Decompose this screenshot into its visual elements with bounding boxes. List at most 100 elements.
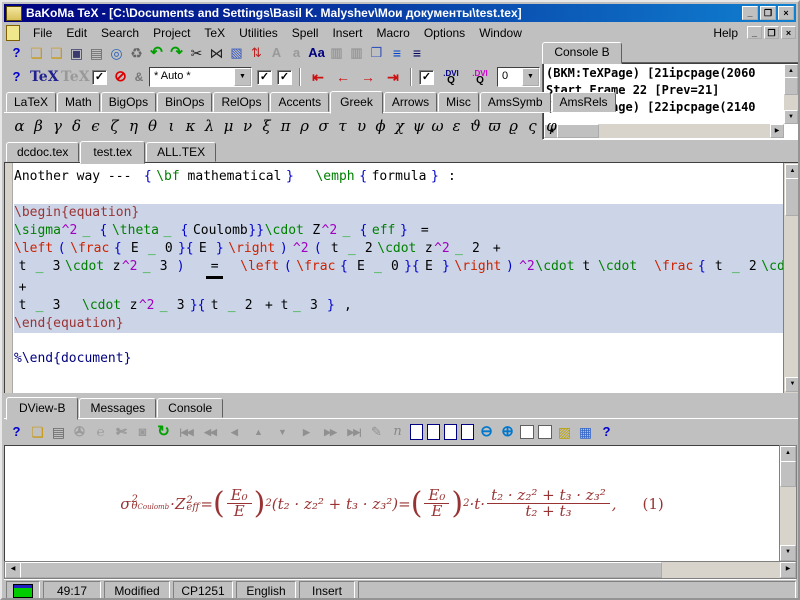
dvi-search-icon[interactable]: .DVI Q [468, 70, 492, 84]
page-frame-icon[interactable] [427, 424, 440, 440]
dvi-preview[interactable]: σ2θCoulomb · Z2eff = ( E₀E )2 (t₂ · z₂² … [4, 445, 779, 562]
format-checkbox[interactable]: ✓ [92, 70, 107, 85]
open-dvi-icon[interactable]: ❏ [29, 423, 46, 441]
format-select[interactable]: * Auto * ▼ [149, 67, 252, 87]
tab-dcdoc[interactable]: dcdoc.tex [6, 142, 79, 162]
symbol-kappa[interactable]: κ [181, 117, 200, 135]
tab-console-b[interactable]: Console B [542, 42, 622, 64]
scroll-up-icon[interactable]: ▲ [785, 164, 800, 179]
scroll-up-icon[interactable]: ▲ [780, 446, 796, 462]
page-layout-icon[interactable] [410, 424, 423, 440]
tab-dview[interactable]: DView-B [6, 397, 78, 420]
scroll-left-icon[interactable]: ◀ [5, 562, 21, 578]
tab-latex[interactable]: LaTeX [6, 92, 56, 112]
tab-amsrels[interactable]: AmsRels [552, 92, 616, 112]
editor-vscrollbar[interactable]: ▲ ▼ [783, 163, 799, 393]
context-help-icon[interactable]: ? [598, 423, 615, 441]
copy-block-icon[interactable]: ▥ [328, 44, 345, 62]
page-margin-icon[interactable] [461, 424, 474, 440]
symbol-varrho[interactable]: ϱ [504, 117, 523, 135]
help-icon[interactable]: ? [8, 423, 25, 441]
scroll-thumb[interactable] [784, 77, 798, 95]
zoom-in-icon[interactable]: ⊕ [499, 423, 516, 441]
justify-all-icon[interactable]: ≡ [408, 44, 425, 62]
menu-options[interactable]: Options [417, 24, 472, 42]
open-file-icon[interactable]: ❏ [28, 44, 45, 62]
scroll-down-icon[interactable]: ▼ [784, 110, 798, 124]
menu-help[interactable]: Help [706, 24, 745, 42]
option2-checkbox[interactable] [538, 425, 552, 439]
symbol-epsilon[interactable]: ϵ [86, 117, 105, 135]
next-page-icon[interactable]: ▶ [296, 423, 316, 441]
insert-file-icon[interactable]: ❒ [368, 44, 385, 62]
document-icon[interactable] [6, 25, 20, 41]
console-hscrollbar[interactable]: ◀ ▶ [544, 124, 784, 138]
menu-search[interactable]: Search [94, 24, 146, 42]
help-icon[interactable]: ? [8, 44, 25, 62]
menu-tex[interactable]: TeX [197, 24, 232, 42]
chevron-down-icon[interactable]: ▼ [234, 68, 251, 86]
cut-icon[interactable]: ✂ [188, 44, 205, 62]
symbol-varphi[interactable]: φ [542, 117, 561, 135]
menu-window[interactable]: Window [472, 24, 529, 42]
symbol-nu[interactable]: ν [238, 117, 257, 135]
undo-icon[interactable]: ↶ [148, 44, 165, 62]
symbol-psi[interactable]: ψ [409, 117, 428, 135]
print-icon[interactable]: ▤ [50, 423, 67, 441]
menu-utilities[interactable]: Utilities [232, 24, 285, 42]
scroll-down-icon[interactable]: ▼ [780, 545, 796, 561]
child-restore-button[interactable]: ❐ [764, 26, 779, 39]
tex-compile-icon[interactable]: TeX [30, 69, 56, 85]
tab-greek[interactable]: Greek [330, 91, 383, 114]
option1-checkbox[interactable] [520, 425, 534, 439]
document-properties-icon[interactable]: ▨ [556, 423, 573, 441]
tab-messages[interactable]: Messages [79, 398, 156, 418]
next-error-icon[interactable]: → [358, 68, 378, 86]
display-settings-icon[interactable]: ▦ [577, 423, 594, 441]
capitalize-icon[interactable]: Aa [308, 44, 325, 62]
symbol-delta[interactable]: δ [67, 117, 86, 135]
symbol-omega[interactable]: ω [428, 117, 447, 135]
symbol-beta[interactable]: β [29, 117, 48, 135]
menu-file[interactable]: File [26, 24, 59, 42]
scroll-thumb[interactable] [785, 178, 800, 216]
restore-button[interactable]: ❐ [760, 6, 776, 20]
menu-spell[interactable]: Spell [285, 24, 326, 42]
fast-forward-icon[interactable]: ▶▶ [320, 423, 340, 441]
export-icon[interactable]: ℮ [92, 423, 109, 441]
tab-misc[interactable]: Misc [438, 92, 479, 112]
symbol-upsilon[interactable]: υ [352, 117, 371, 135]
scroll-thumb[interactable] [20, 562, 662, 578]
first-page-icon[interactable]: |◀◀ [176, 423, 196, 441]
redo-icon[interactable]: ↷ [168, 44, 185, 62]
snapshot-icon[interactable]: ◙ [134, 423, 151, 441]
symbol-tau[interactable]: τ [333, 117, 352, 135]
tab-test[interactable]: test.tex [80, 141, 145, 164]
symbol-eta[interactable]: η [124, 117, 143, 135]
scroll-up-icon[interactable]: ▲ [784, 64, 798, 78]
symbol-iota[interactable]: ι [162, 117, 181, 135]
symbol-theta[interactable]: θ [143, 117, 162, 135]
edit-source-icon[interactable]: ✎ [368, 423, 385, 441]
tab-bigops[interactable]: BigOps [101, 92, 156, 112]
console-vscrollbar[interactable]: ▲ ▼ [784, 64, 798, 124]
scroll-up-icon[interactable]: ▲ [248, 423, 268, 441]
refresh-icon[interactable]: ↻ [155, 423, 172, 441]
symbol-mu[interactable]: μ [219, 117, 238, 135]
zoom-out-icon[interactable]: ⊖ [478, 423, 495, 441]
copy-file-icon[interactable]: ❑ [48, 44, 65, 62]
scroll-down-icon[interactable]: ▼ [785, 377, 800, 392]
menu-edit[interactable]: Edit [59, 24, 94, 42]
menu-insert[interactable]: Insert [325, 24, 369, 42]
page-select[interactable]: 0 ▼ [497, 67, 540, 87]
symbol-varepsilon[interactable]: ε [447, 117, 466, 135]
prev-error-icon[interactable]: ← [333, 68, 353, 86]
symbol-rho[interactable]: ρ [295, 117, 314, 135]
last-page-icon[interactable]: ▶▶| [344, 423, 364, 441]
fast-back-icon[interactable]: ◀◀ [200, 423, 220, 441]
scroll-down-icon[interactable]: ▼ [272, 423, 292, 441]
symbol-zeta[interactable]: ζ [105, 117, 124, 135]
last-error-icon[interactable]: ⇥ [383, 68, 403, 86]
symbol-varsigma[interactable]: ς [523, 117, 542, 135]
preview-hscrollbar[interactable]: ◀ ▶ [4, 561, 797, 579]
